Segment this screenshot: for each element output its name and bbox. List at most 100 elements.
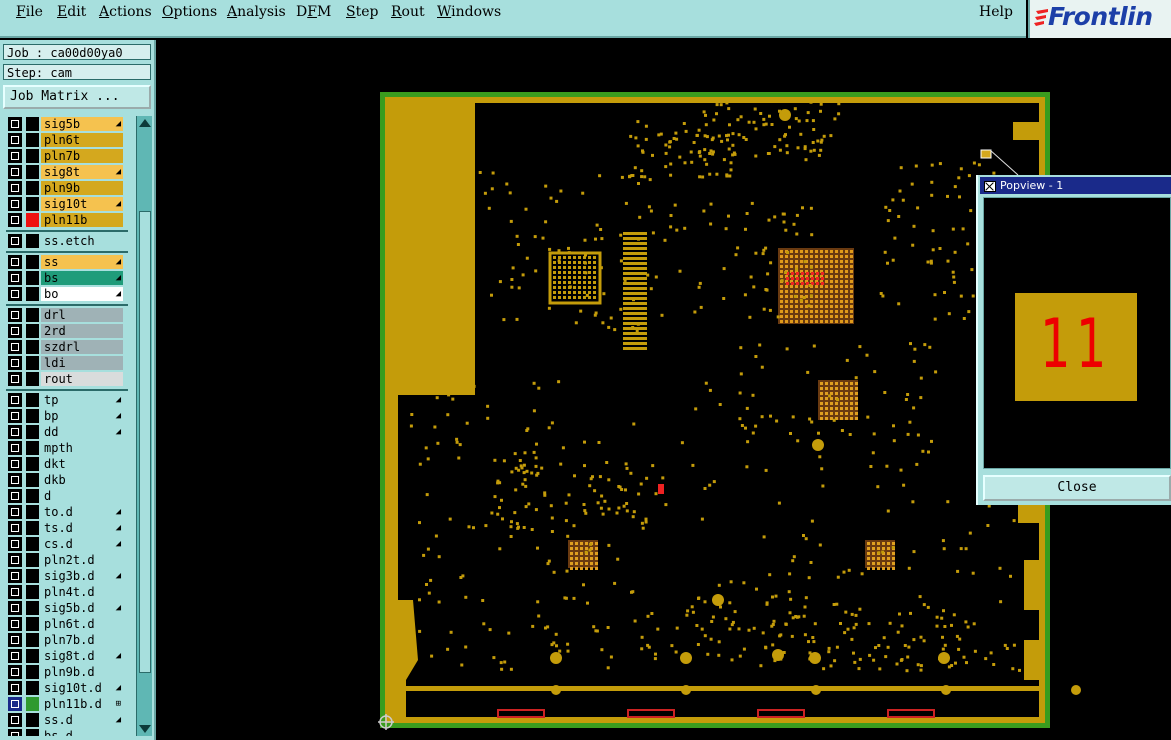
layer-color-swatch[interactable] <box>26 697 39 711</box>
layer-color-swatch[interactable] <box>26 340 39 354</box>
layer-color-swatch[interactable] <box>26 117 39 131</box>
layer-color-swatch[interactable] <box>26 181 39 195</box>
layer-name[interactable]: sig8t.d ◢ <box>41 649 123 663</box>
layer-row[interactable]: pln7b.d <box>4 632 130 648</box>
window-close-icon[interactable] <box>984 181 996 192</box>
layer-name[interactable]: ss.d ◢ <box>41 713 123 727</box>
layer-visibility-checkbox[interactable] <box>8 165 22 179</box>
layer-visibility-checkbox[interactable] <box>8 409 22 423</box>
scroll-down-arrow-icon[interactable] <box>139 725 151 733</box>
menu-file[interactable]: File <box>16 4 43 20</box>
layer-color-swatch[interactable] <box>26 255 39 269</box>
layer-visibility-checkbox[interactable] <box>8 340 22 354</box>
layer-row[interactable]: pln9b.d <box>4 664 130 680</box>
layer-row[interactable]: pln6t.d <box>4 616 130 632</box>
layer-name[interactable]: pln11b <box>41 213 123 227</box>
layer-row[interactable]: ss.d ◢ <box>4 712 130 728</box>
layer-name[interactable]: pln7b.d <box>41 633 123 647</box>
menu-step[interactable]: Step <box>346 4 378 20</box>
menu-dfm[interactable]: DFM <box>296 4 331 20</box>
layer-name[interactable]: sig10t ◢ <box>41 197 123 211</box>
layer-name[interactable]: mpth <box>41 441 123 455</box>
layer-visibility-checkbox[interactable] <box>8 287 22 301</box>
layer-row[interactable]: 2rd <box>4 323 130 339</box>
layer-row[interactable]: to.d ◢ <box>4 504 130 520</box>
layer-row[interactable]: sig5b.d ◢ <box>4 600 130 616</box>
layer-row[interactable]: rout <box>4 371 130 387</box>
layer-row[interactable]: pln4t.d <box>4 584 130 600</box>
layer-color-swatch[interactable] <box>26 393 39 407</box>
menu-options[interactable]: Options <box>162 4 217 20</box>
layer-color-swatch[interactable] <box>26 197 39 211</box>
layer-visibility-checkbox[interactable] <box>8 324 22 338</box>
layer-row[interactable]: d <box>4 488 130 504</box>
layer-visibility-checkbox[interactable] <box>8 553 22 567</box>
layer-visibility-checkbox[interactable] <box>8 729 22 736</box>
layer-name[interactable]: bp ◢ <box>41 409 123 423</box>
layer-visibility-checkbox[interactable] <box>8 665 22 679</box>
layer-color-swatch[interactable] <box>26 601 39 615</box>
layer-visibility-checkbox[interactable] <box>8 234 22 248</box>
layer-name[interactable]: bs.d <box>41 729 123 736</box>
layer-color-swatch[interactable] <box>26 617 39 631</box>
layer-visibility-checkbox[interactable] <box>8 521 22 535</box>
layer-name[interactable]: szdrl <box>41 340 123 354</box>
layer-name[interactable]: pln2t.d <box>41 553 123 567</box>
layer-row[interactable]: bs.d <box>4 728 130 736</box>
layer-visibility-checkbox[interactable] <box>8 356 22 370</box>
layer-row[interactable]: bp ◢ <box>4 408 130 424</box>
layer-color-swatch[interactable] <box>26 457 39 471</box>
scroll-thumb[interactable] <box>139 211 151 673</box>
layer-color-swatch[interactable] <box>26 324 39 338</box>
layer-row[interactable]: dkt <box>4 456 130 472</box>
layer-name[interactable]: dd ◢ <box>41 425 123 439</box>
layer-visibility-checkbox[interactable] <box>8 585 22 599</box>
layer-visibility-checkbox[interactable] <box>8 425 22 439</box>
layer-row[interactable]: pln2t.d <box>4 552 130 568</box>
layer-visibility-checkbox[interactable] <box>8 308 22 322</box>
layer-row[interactable]: mpth <box>4 440 130 456</box>
scroll-up-arrow-icon[interactable] <box>139 119 151 127</box>
layer-visibility-checkbox[interactable] <box>8 393 22 407</box>
menu-windows[interactable]: Windows <box>437 4 501 20</box>
layer-name[interactable]: tp ◢ <box>41 393 123 407</box>
layer-visibility-checkbox[interactable] <box>8 569 22 583</box>
layer-visibility-checkbox[interactable] <box>8 697 22 711</box>
layer-row[interactable]: ts.d ◢ <box>4 520 130 536</box>
layer-row[interactable]: bo ◢ <box>4 286 130 302</box>
layer-color-swatch[interactable] <box>26 665 39 679</box>
layer-visibility-checkbox[interactable] <box>8 505 22 519</box>
layer-color-swatch[interactable] <box>26 287 39 301</box>
layer-color-swatch[interactable] <box>26 372 39 386</box>
layer-color-swatch[interactable] <box>26 425 39 439</box>
layer-row[interactable]: drl <box>4 307 130 323</box>
layer-color-swatch[interactable] <box>26 553 39 567</box>
layer-row[interactable]: sig10t ◢ <box>4 196 130 212</box>
layer-name[interactable]: pln6t.d <box>41 617 123 631</box>
layer-name[interactable]: rout <box>41 372 123 386</box>
layer-color-swatch[interactable] <box>26 729 39 736</box>
popview-title-bar[interactable]: Popview - 1 <box>980 177 1171 194</box>
layer-color-swatch[interactable] <box>26 649 39 663</box>
layer-name[interactable]: d <box>41 489 123 503</box>
layer-visibility-checkbox[interactable] <box>8 197 22 211</box>
layer-visibility-checkbox[interactable] <box>8 133 22 147</box>
layer-name[interactable]: pln9b <box>41 181 123 195</box>
layer-color-swatch[interactable] <box>26 569 39 583</box>
layer-name[interactable]: drl <box>41 308 123 322</box>
layer-name[interactable]: ss ◢ <box>41 255 123 269</box>
layer-visibility-checkbox[interactable] <box>8 537 22 551</box>
layer-visibility-checkbox[interactable] <box>8 617 22 631</box>
layer-color-swatch[interactable] <box>26 473 39 487</box>
layer-name[interactable]: to.d ◢ <box>41 505 123 519</box>
layer-name[interactable]: pln6t <box>41 133 123 147</box>
layer-visibility-checkbox[interactable] <box>8 457 22 471</box>
layer-color-swatch[interactable] <box>26 713 39 727</box>
layer-name[interactable]: dkb <box>41 473 123 487</box>
layer-name[interactable]: sig10t.d ◢ <box>41 681 123 695</box>
menu-actions[interactable]: Actions <box>99 4 152 20</box>
layer-visibility-checkbox[interactable] <box>8 213 22 227</box>
layer-name[interactable]: ts.d ◢ <box>41 521 123 535</box>
layer-row[interactable]: pln7b <box>4 148 130 164</box>
layer-visibility-checkbox[interactable] <box>8 117 22 131</box>
